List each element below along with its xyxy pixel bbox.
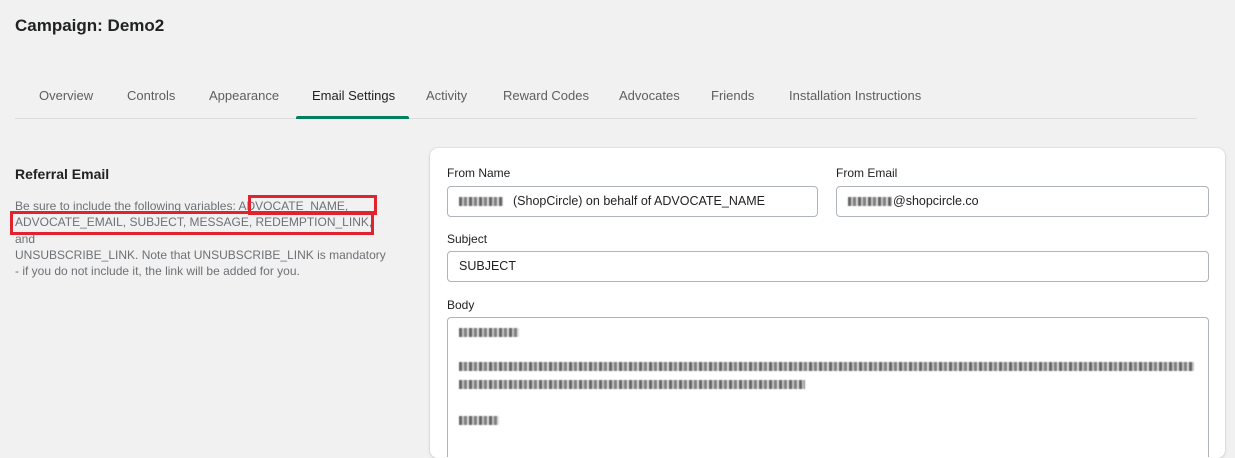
redacted-text (459, 380, 805, 389)
tab-installation-instructions[interactable]: Installation Instructions (789, 78, 921, 118)
tab-reward-codes[interactable]: Reward Codes (503, 78, 589, 118)
section-title: Referral Email (15, 166, 110, 182)
tab-advocates[interactable]: Advocates (619, 78, 680, 118)
description-line: - if you do not include it, the link wil… (15, 264, 300, 279)
body-label: Body (447, 298, 475, 312)
subject-value: SUBJECT (459, 259, 516, 273)
description-line: UNSUBSCRIBE_LINK. Note that UNSUBSCRIBE_… (15, 247, 386, 262)
from-email-input[interactable]: @shopcircle.co (836, 186, 1209, 217)
tab-email-settings[interactable]: Email Settings (295, 78, 410, 119)
subject-input[interactable]: SUBJECT (447, 251, 1209, 282)
from-name-label: From Name (447, 166, 511, 180)
redacted-text (459, 328, 519, 337)
subject-label: Subject (447, 232, 488, 246)
from-name-input[interactable]: (ShopCircle) on behalf of ADVOCATE_NAME (447, 186, 818, 217)
email-settings-card: From Name (ShopCircle) on behalf of ADVO… (430, 148, 1225, 458)
tab-controls[interactable]: Controls (127, 78, 175, 118)
tab-activity[interactable]: Activity (426, 78, 467, 118)
body-textarea[interactable] (447, 317, 1209, 457)
redacted-text (848, 197, 892, 207)
tab-bar: Overview Controls Appearance Email Setti… (15, 78, 1197, 119)
from-email-label: From Email (836, 166, 898, 180)
highlight-box (10, 211, 374, 235)
redacted-text (459, 416, 499, 425)
page-title: Campaign: Demo2 (15, 16, 165, 35)
tab-overview[interactable]: Overview (39, 78, 93, 118)
from-email-value: @shopcircle.co (893, 194, 979, 208)
redacted-text (459, 362, 1194, 371)
tab-friends[interactable]: Friends (711, 78, 754, 118)
from-name-value: (ShopCircle) on behalf of ADVOCATE_NAME (513, 194, 765, 208)
redacted-text (459, 197, 503, 207)
tab-appearance[interactable]: Appearance (209, 78, 279, 118)
